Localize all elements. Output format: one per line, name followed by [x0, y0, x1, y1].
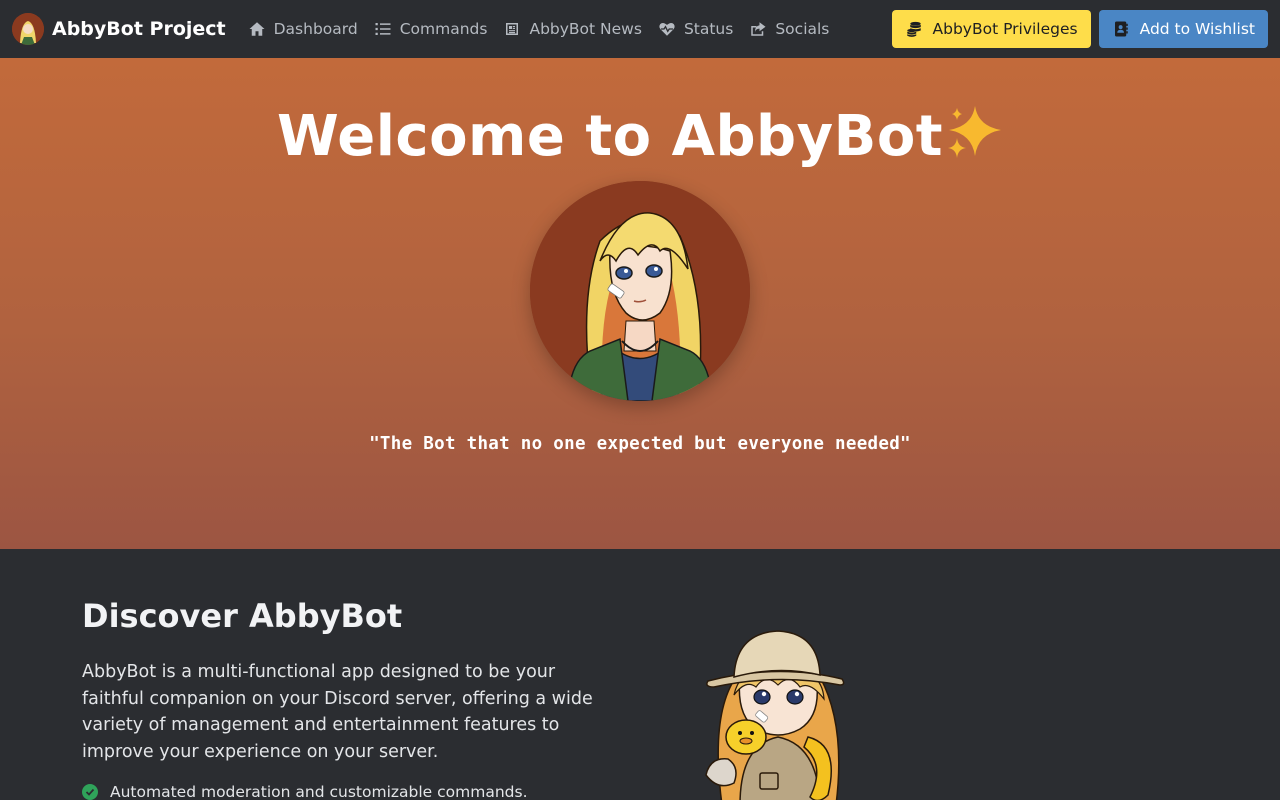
top-navbar: AbbyBot Project Dashboard Commands AbbyB… [0, 0, 1280, 58]
coins-icon [906, 21, 921, 37]
hero-tagline: "The Bot that no one expected but everyo… [369, 434, 911, 454]
feature-text: Automated moderation and customizable co… [110, 783, 528, 800]
nav-actions: AbbyBot Privileges Add to Wishlist [891, 10, 1268, 48]
hero-section: Welcome to AbbyBot "The Bot that no one … [0, 58, 1280, 549]
privileges-button[interactable]: AbbyBot Privileges [891, 10, 1091, 48]
brand-link[interactable]: AbbyBot Project [12, 13, 226, 45]
explorer-abby-illustration [700, 625, 860, 800]
wishlist-button[interactable]: Add to Wishlist [1098, 10, 1268, 48]
privileges-label: AbbyBot Privileges [932, 20, 1078, 38]
nav-commands[interactable]: Commands [374, 20, 488, 38]
newspaper-icon [506, 23, 519, 35]
nav-status-label: Status [683, 20, 734, 38]
feature-item: Automated moderation and customizable co… [82, 783, 528, 800]
abbybot-logo [12, 13, 44, 45]
hero-title: Welcome to AbbyBot [0, 104, 1280, 176]
home-icon [249, 22, 265, 36]
nav-commands-label: Commands [399, 20, 488, 38]
nav-dashboard-label: Dashboard [273, 20, 358, 38]
sparkles-icon [945, 104, 1003, 176]
discover-section: Discover AbbyBot AbbyBot is a multi-func… [0, 549, 1280, 800]
heartbeat-icon [659, 22, 675, 36]
nav-news[interactable]: AbbyBot News [503, 20, 642, 38]
nav-dashboard[interactable]: Dashboard [248, 20, 358, 38]
discover-description: AbbyBot is a multi-functional app design… [82, 662, 593, 762]
discover-title: Discover AbbyBot [82, 597, 403, 635]
abbybot-avatar [530, 181, 750, 401]
list-icon [375, 23, 391, 35]
wishlist-label: Add to Wishlist [1139, 20, 1255, 38]
share-icon [751, 22, 766, 36]
nav-status[interactable]: Status [658, 20, 733, 38]
nav-links: Dashboard Commands AbbyBot News Status S… [248, 20, 829, 38]
nav-socials-label: Socials [775, 20, 830, 38]
hero-title-text: Welcome to AbbyBot [276, 104, 944, 169]
nav-socials[interactable]: Socials [749, 20, 829, 38]
brand-name: AbbyBot Project [52, 18, 226, 40]
nav-news-label: AbbyBot News [529, 20, 642, 38]
contact-book-icon [1114, 21, 1128, 37]
check-circle-icon [82, 784, 98, 800]
